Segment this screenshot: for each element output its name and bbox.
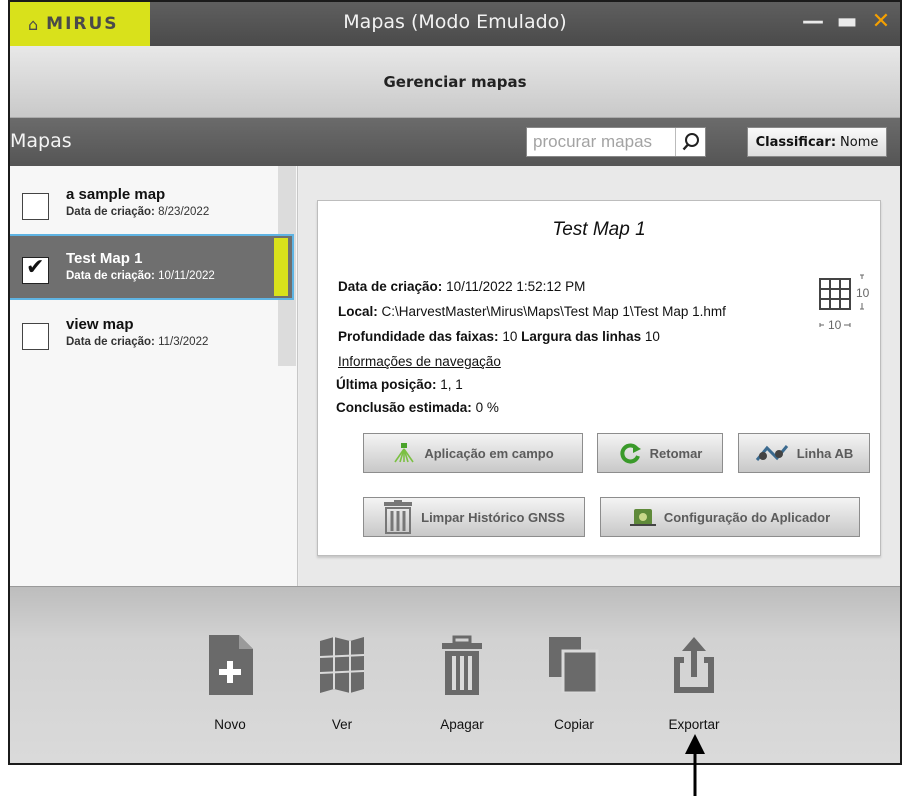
location-line: Local: C:\HarvestMaster\Mirus\Maps\Test … [338, 304, 726, 319]
minimize-icon[interactable]: — [802, 8, 824, 36]
page-header: Gerenciar mapas [10, 46, 900, 118]
map-date: Data de criação: 8/23/2022 [66, 206, 209, 218]
export-button[interactable]: Exportar [649, 635, 739, 732]
last-position-value: 1, 1 [440, 377, 463, 392]
sort-button[interactable]: Classificar: Nome [747, 127, 887, 157]
delete-label: Apagar [440, 717, 484, 732]
view-label: Ver [331, 717, 353, 732]
clear-gnss-history-button[interactable]: Limpar Histórico GNSS [363, 497, 585, 537]
callout-arrow [685, 734, 705, 796]
applicator-config-button[interactable]: Configuração do Aplicador [600, 497, 860, 537]
location-label: Local: [338, 304, 378, 319]
resume-label: Retomar [649, 445, 703, 461]
new-button[interactable]: Novo [185, 635, 275, 732]
applicator-config-icon [629, 509, 656, 526]
title-bar: ⌂ MIRUS Mapas (Modo Emulado) — ▬ ✕ [10, 2, 900, 46]
view-button[interactable]: Ver [297, 635, 387, 732]
new-file-icon [209, 635, 253, 695]
list-item[interactable]: a sample map Data de criação: 8/23/2022 [10, 172, 278, 234]
created-value: 10/11/2022 1:52:12 PM [446, 279, 586, 294]
sprayer-icon [394, 443, 414, 463]
map-date-value: 10/11/2022 [158, 270, 215, 282]
created-line: Data de criação: 10/11/2022 1:52:12 PM [338, 279, 585, 294]
map-detail-card: Test Map 1 Data de criação: 10/11/2022 1… [317, 200, 881, 556]
new-label: Novo [214, 717, 246, 732]
grid-rows-label: 10 [856, 286, 870, 300]
map-date: Data de criação: 11/3/2022 [66, 336, 208, 348]
copy-button[interactable]: Copiar [529, 635, 619, 732]
maximize-icon[interactable]: ▬ [836, 8, 858, 36]
last-position-label: Última posição: [336, 377, 437, 392]
completion-value: 0 % [475, 400, 499, 415]
width-label: Largura das linhas [521, 329, 642, 344]
resume-button[interactable]: Retomar [597, 433, 723, 473]
copy-label: Copiar [554, 717, 594, 732]
search-button[interactable] [675, 128, 705, 156]
sort-value: Nome [840, 134, 879, 150]
window-controls: — ▬ ✕ [802, 8, 892, 36]
applicator-config-label: Configuração do Aplicador [663, 509, 831, 525]
last-position-line: Última posição: 1, 1 [336, 377, 463, 392]
completion-line: Conclusão estimada: 0 % [336, 400, 499, 415]
map-checkbox[interactable] [22, 193, 49, 220]
location-value: C:\HarvestMaster\Mirus\Maps\Test Map 1\T… [381, 304, 726, 319]
trash-icon [442, 635, 482, 695]
map-checkbox[interactable] [22, 255, 49, 284]
close-icon[interactable]: ✕ [870, 8, 892, 36]
field-application-label: Aplicação em campo [424, 445, 554, 461]
swath-line: Profundidade das faixas: 10 Largura das … [338, 329, 660, 344]
completion-label: Conclusão estimada: [336, 400, 472, 415]
detail-title: Test Map 1 [552, 219, 646, 240]
search-box [526, 127, 706, 157]
sort-label: Classificar: [755, 134, 837, 150]
export-label: Exportar [668, 717, 720, 732]
delete-button[interactable]: Apagar [417, 635, 507, 732]
clear-gnss-label: Limpar Histórico GNSS [421, 509, 565, 525]
map-view-icon [319, 637, 365, 693]
map-date-label: Data de criação: [66, 336, 155, 348]
map-name: view map [66, 316, 134, 333]
app-window: ⌂ MIRUS Mapas (Modo Emulado) — ▬ ✕ Geren… [8, 0, 902, 765]
map-date-label: Data de criação: [66, 270, 155, 282]
search-input[interactable] [533, 132, 673, 152]
created-label: Data de criação: [338, 279, 443, 294]
section-title: Mapas [10, 130, 72, 152]
map-name: a sample map [66, 186, 166, 203]
page-title: Gerenciar mapas [383, 72, 527, 91]
resume-icon [620, 443, 641, 464]
map-date-label: Data de criação: [66, 206, 155, 218]
selection-indicator [274, 238, 288, 296]
bottom-toolbar: Novo Ver Apagar Copiar Exportar [10, 586, 900, 763]
detail-area: Test Map 1 Data de criação: 10/11/2022 1… [299, 166, 900, 586]
map-list: a sample map Data de criação: 8/23/2022 … [10, 166, 298, 586]
ab-line-button[interactable]: Linha AB [738, 433, 870, 473]
map-name: Test Map 1 [66, 250, 143, 267]
export-icon [674, 637, 714, 693]
grid-icon: 10 10 [819, 274, 870, 332]
field-application-button[interactable]: Aplicação em campo [363, 433, 583, 473]
trash-icon [384, 500, 413, 534]
list-item[interactable]: Test Map 1 Data de criação: 10/11/2022 [10, 234, 294, 300]
maps-toolbar: Mapas Classificar: Nome [10, 118, 900, 166]
map-date: Data de criação: 10/11/2022 [66, 270, 215, 282]
depth-label: Profundidade das faixas: [338, 329, 499, 344]
grid-cols-label: 10 [828, 318, 842, 332]
map-date-value: 11/3/2022 [158, 336, 209, 348]
copy-icon [549, 637, 599, 693]
map-date-value: 8/23/2022 [158, 206, 210, 218]
width-value: 10 [644, 329, 660, 344]
window-title: Mapas (Modo Emulado) [343, 11, 567, 33]
ab-line-label: Linha AB [796, 445, 854, 461]
map-checkbox[interactable] [22, 323, 49, 350]
list-item[interactable]: view map Data de criação: 11/3/2022 [10, 302, 278, 364]
search-icon [682, 133, 699, 151]
navigation-info-link[interactable]: Informações de navegação [338, 354, 501, 369]
depth-value: 10 [502, 329, 518, 344]
ab-line-icon [755, 445, 788, 461]
